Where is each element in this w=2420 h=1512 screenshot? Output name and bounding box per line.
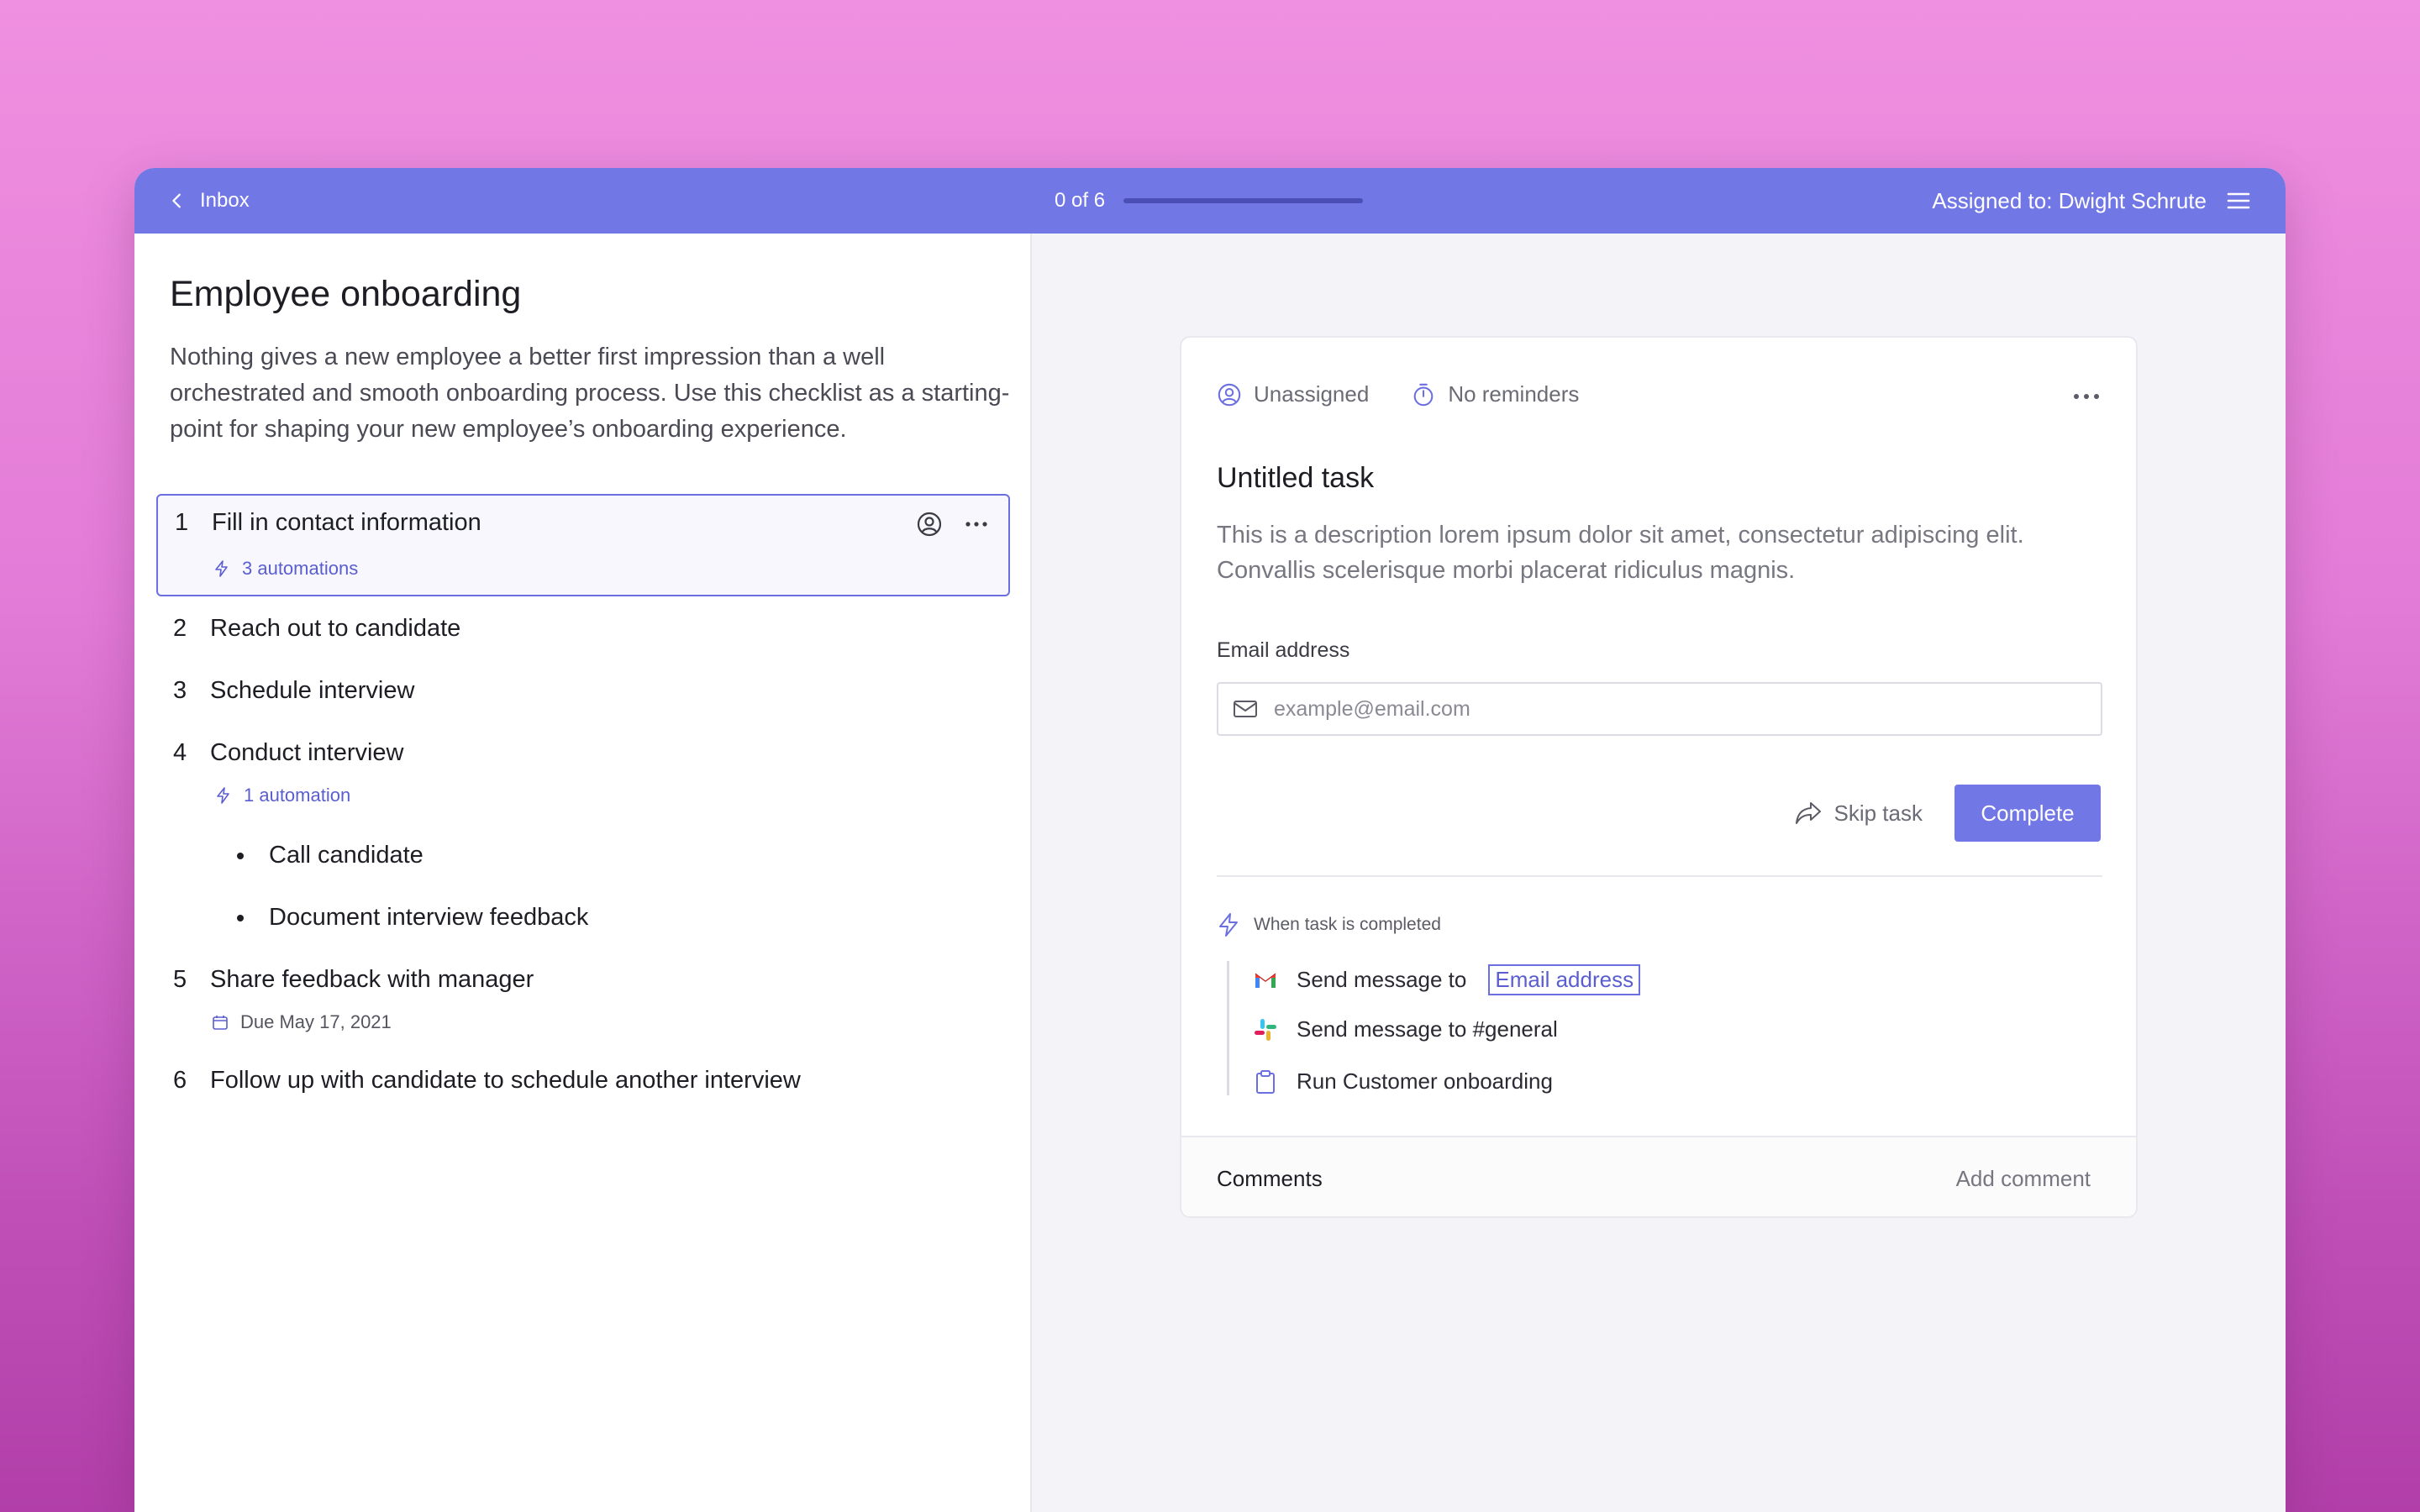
share-forward-icon	[1795, 802, 1821, 824]
calendar-icon	[213, 1016, 228, 1030]
skip-task-label: Skip task	[1833, 800, 1923, 826]
assign-user-icon[interactable]	[916, 511, 943, 538]
due-date: Due May 17, 2021	[212, 1011, 392, 1033]
task-actions: Skip task Complete	[1794, 785, 2101, 842]
task-number: 6	[173, 1067, 187, 1094]
bullet-icon	[237, 914, 244, 921]
task-number: 2	[173, 615, 187, 642]
task-detail-panel: Unassigned No reminders Untitled task Th…	[1032, 234, 2286, 1512]
slack-icon	[1255, 1018, 1276, 1041]
subtask-item[interactable]: Document interview feedback	[156, 892, 1010, 951]
automation-item[interactable]: Send message to #general	[1253, 1016, 1558, 1042]
subtask-row: Document interview feedback	[237, 904, 588, 932]
lightning-icon	[215, 560, 228, 577]
task-item-1[interactable]: 1 Fill in contact information 3 automati…	[156, 494, 1010, 596]
automations-count: 1 automation	[244, 785, 351, 806]
task-number: 5	[173, 966, 187, 993]
back-label: Inbox	[200, 189, 250, 212]
more-options-icon	[2074, 394, 2099, 399]
task-row-actions	[916, 511, 990, 538]
task-label: Conduct interview	[210, 739, 404, 766]
task-item-2[interactable]: 2 Reach out to candidate	[156, 605, 1010, 664]
bullet-icon	[237, 852, 244, 859]
subtask-label: Call candidate	[269, 842, 424, 869]
subtask-label: Document interview feedback	[269, 904, 589, 931]
email-input[interactable]	[1274, 696, 2030, 722]
timer-icon	[1413, 383, 1434, 406]
assignee-button[interactable]: Unassigned	[1217, 381, 1369, 407]
variable-chip[interactable]: Email address	[1488, 964, 1641, 995]
task-description[interactable]: This is a description lorem ipsum dolor …	[1217, 517, 2107, 588]
task-label: Fill in contact information	[212, 509, 481, 536]
assignee-label: Unassigned	[1254, 381, 1370, 407]
assignment-area: Assigned to: Dwight Schrute	[1932, 168, 2252, 234]
clipboard-icon	[1256, 1069, 1275, 1094]
automation-text: Run Customer onboarding	[1297, 1068, 1553, 1094]
automations-link[interactable]: 1 automation	[215, 785, 350, 806]
checklist-description: Nothing gives a new employee a better fi…	[170, 344, 1010, 443]
task-card: Unassigned No reminders Untitled task Th…	[1180, 336, 2138, 1218]
hamburger-menu-icon[interactable]	[2225, 187, 2252, 214]
task-meta: Unassigned No reminders	[1217, 381, 1579, 407]
reminders-label: No reminders	[1448, 381, 1580, 407]
automation-header-text: When task is completed	[1254, 915, 1441, 934]
task-row: 1 Fill in contact information	[175, 509, 481, 537]
comments-title: Comments	[1217, 1166, 1323, 1191]
user-circle-icon	[1218, 383, 1241, 406]
top-bar: Inbox 0 of 6 Assigned to: Dwight Schrute	[134, 168, 2286, 234]
task-title[interactable]: Untitled task	[1217, 462, 1374, 495]
task-row: 6 Follow up with candidate to schedule a…	[173, 1067, 801, 1095]
progress-bar	[1123, 198, 1364, 203]
task-item-3[interactable]: 3 Schedule interview	[156, 667, 1010, 726]
gmail-icon	[1255, 973, 1276, 988]
task-label: Reach out to candidate	[210, 615, 461, 642]
task-row: 5 Share feedback with manager	[173, 966, 534, 994]
task-label: Follow up with candidate to schedule ano…	[210, 1067, 801, 1094]
task-number: 4	[173, 739, 187, 766]
automation-item[interactable]: Send message to Email address	[1253, 964, 1641, 995]
automation-text: Send message to	[1297, 967, 1467, 992]
due-date-text: Due May 17, 2021	[240, 1011, 392, 1032]
automation-item[interactable]: Run Customer onboarding	[1253, 1068, 1553, 1095]
subtask-item[interactable]: Call candidate	[156, 830, 1010, 889]
task-label: Schedule interview	[210, 677, 415, 704]
progress-text: 0 of 6	[1055, 189, 1106, 212]
skip-task-button[interactable]: Skip task	[1794, 801, 1923, 827]
task-item-4[interactable]: 4 Conduct interview 1 automation	[156, 729, 1010, 830]
automation-text: Send message to #general	[1297, 1016, 1558, 1042]
email-field[interactable]	[1217, 682, 2102, 736]
automations-count: 3 automations	[242, 558, 359, 579]
app-window: Inbox 0 of 6 Assigned to: Dwight Schrute…	[134, 168, 2286, 1512]
task-number: 3	[173, 677, 187, 704]
email-field-label: Email address	[1217, 638, 1350, 662]
automation-list: Send message to Email address Send messa…	[1227, 961, 1731, 1095]
card-more-button[interactable]	[2072, 390, 2101, 405]
checklist-title: Employee onboarding	[170, 274, 522, 314]
mail-icon	[1234, 701, 1257, 717]
subtask-row: Call candidate	[237, 842, 424, 869]
task-label: Share feedback with manager	[210, 966, 534, 993]
progress-indicator: 0 of 6	[1055, 168, 1364, 234]
task-item-5[interactable]: 5 Share feedback with manager Due May 17…	[156, 954, 1010, 1055]
complete-button[interactable]: Complete	[1954, 785, 2101, 842]
chevron-left-icon	[172, 193, 181, 208]
assigned-to-text: Assigned to: Dwight Schrute	[1932, 187, 2207, 213]
task-row: 3 Schedule interview	[173, 677, 414, 705]
task-number: 1	[175, 509, 189, 536]
lightning-icon	[217, 787, 229, 804]
back-to-inbox-link[interactable]: Inbox	[168, 168, 250, 234]
add-comment-button[interactable]: Add comment	[1956, 1166, 2091, 1192]
divider	[1217, 875, 2102, 877]
more-options-icon[interactable]	[963, 511, 990, 538]
reminders-button[interactable]: No reminders	[1411, 381, 1579, 407]
task-row: 2 Reach out to candidate	[173, 615, 460, 643]
automations-link[interactable]: 3 automations	[213, 558, 358, 580]
task-item-6[interactable]: 6 Follow up with candidate to schedule a…	[156, 1055, 1010, 1114]
lightning-icon	[1219, 913, 1238, 937]
automation-header: When task is completed	[1217, 912, 1441, 937]
task-row: 4 Conduct interview	[173, 739, 404, 767]
comments-section: Comments Add comment	[1181, 1136, 2136, 1216]
checklist-panel: Employee onboarding Nothing gives a new …	[134, 234, 1032, 1512]
